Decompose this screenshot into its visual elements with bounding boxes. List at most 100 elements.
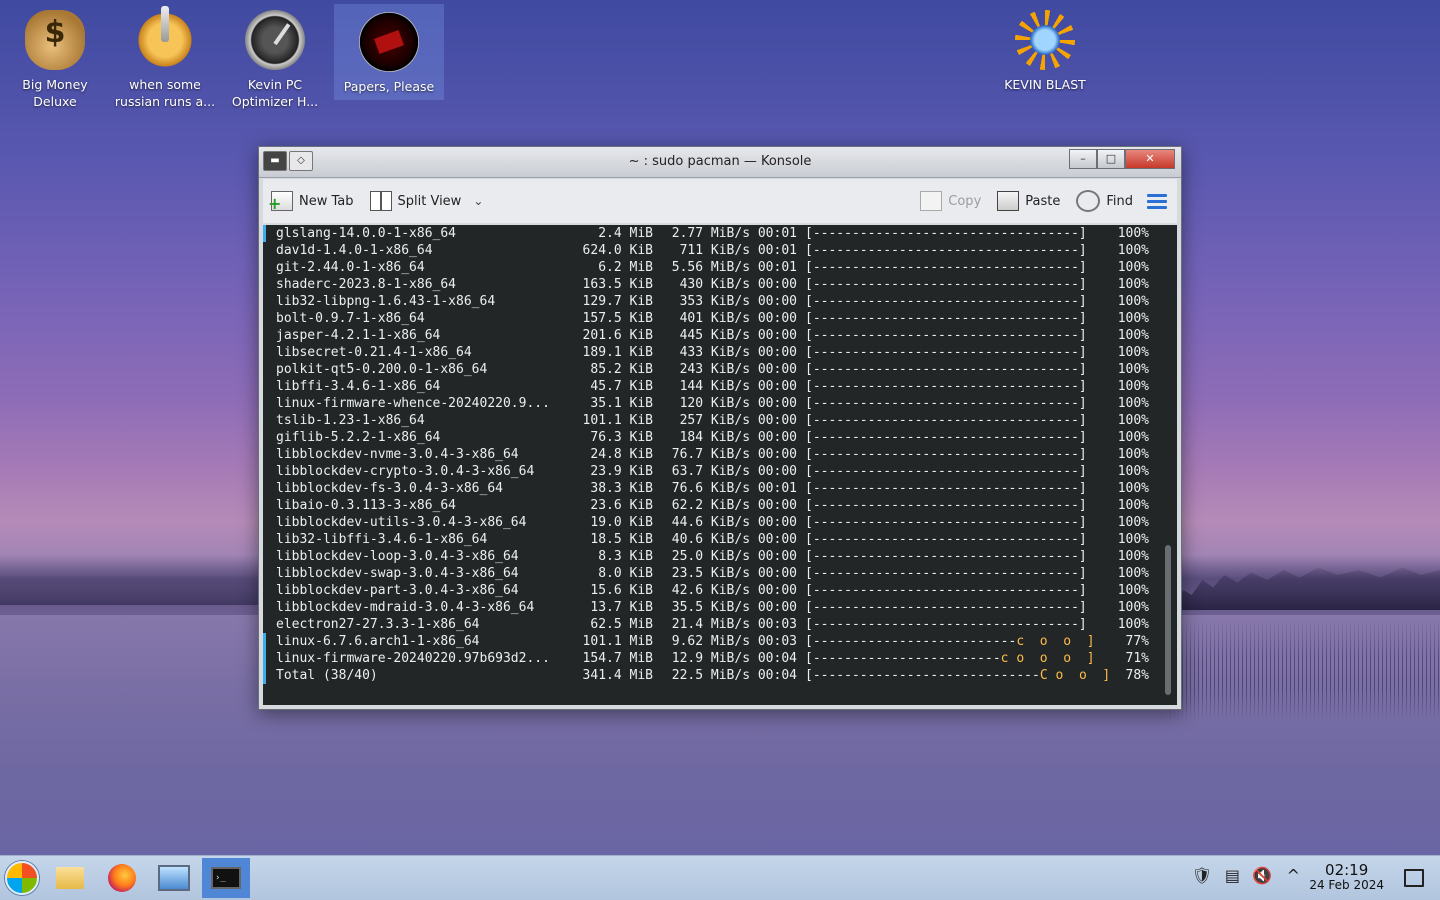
download-speed-time: 76.6 KiB/s 00:01 <box>671 481 797 496</box>
progress-percent: 100% <box>1117 600 1149 615</box>
download-size: 38.3 KiB <box>590 481 653 496</box>
taskbar-konsole[interactable]: ›_ <box>202 858 250 898</box>
desktop-icon-big-money-deluxe[interactable]: $ Big Money Deluxe <box>0 2 110 112</box>
progress-bar-fill: [----------------------------------] <box>805 464 1087 479</box>
money-bag-icon: $ <box>25 10 85 70</box>
close-button[interactable]: ✕ <box>1125 149 1175 169</box>
desktop-icon-when-some-russian[interactable]: when some russian runs a... <box>110 2 220 112</box>
progress-bar: [----------------------------------] <box>805 497 1087 514</box>
new-tab-button[interactable]: New Tab <box>263 186 362 216</box>
tray-volume-muted-icon[interactable]: 🔇 <box>1252 866 1272 885</box>
progress-bar-fill: [----------------------------------] <box>805 396 1087 411</box>
pacman-progress-glyphs: c o o o ] <box>1000 651 1095 666</box>
progress-bar: [----------------------------------] <box>805 446 1087 463</box>
progress-percent: 100% <box>1117 532 1149 547</box>
terminal-line: lib32-libpng-1.6.43-1-x86_64 129.7 KiB 353… <box>263 293 1177 310</box>
progress-percent: 71% <box>1125 651 1149 666</box>
desktop-icon-kevin-pc-optimizer[interactable]: Kevin PC Optimizer H... <box>220 2 330 112</box>
paste-button[interactable]: Paste <box>989 186 1068 216</box>
download-speed-time: 433 KiB/s 00:00 <box>679 345 797 360</box>
progress-percent: 100% <box>1117 379 1149 394</box>
terminal-line: lib32-libffi-3.4.6-1-x86_64 18.5 KiB 40.6 … <box>263 531 1177 548</box>
chevron-down-icon[interactable]: ⌄ <box>467 194 483 208</box>
progress-percent: 100% <box>1117 583 1149 598</box>
gear-icon <box>135 6 195 70</box>
clock-date: 24 Feb 2024 <box>1309 878 1384 892</box>
split-view-button[interactable]: Split View ⌄ <box>362 186 492 216</box>
papers-please-icon <box>359 12 419 72</box>
desktop-icon-papers-please[interactable]: Papers, Please <box>334 4 444 100</box>
download-speed-time: 22.5 MiB/s 00:04 <box>671 668 797 683</box>
desktop-icon-kevin-blast[interactable]: KEVIN BLAST <box>990 2 1100 98</box>
taskbar-system-settings[interactable] <box>152 858 196 898</box>
download-speed-time: 5.56 MiB/s 00:01 <box>671 260 797 275</box>
download-speed-time: 76.7 KiB/s 00:00 <box>671 447 797 462</box>
download-speed-time: 21.4 MiB/s 00:03 <box>671 617 797 632</box>
progress-bar: [----------------------------------] <box>805 259 1087 276</box>
download-speed-time: 184 KiB/s 00:00 <box>679 430 797 445</box>
progress-percent: 100% <box>1117 362 1149 377</box>
progress-bar-fill: [----------------------------------] <box>805 515 1087 530</box>
package-name: bolt-0.9.7-1-x86_64 <box>276 311 425 326</box>
download-size: 8.0 KiB <box>598 566 653 581</box>
progress-bar: [----------------------------------] <box>805 378 1087 395</box>
maximize-button[interactable]: □ <box>1097 149 1125 169</box>
tray-network-icon[interactable]: 🛡 <box>1192 866 1212 885</box>
desktop-icon-label-line1: Papers, Please <box>343 79 435 94</box>
progress-bar-fill: [----------------------------------] <box>805 600 1087 615</box>
progress-percent: 77% <box>1125 634 1149 649</box>
copy-label: Copy <box>948 193 982 209</box>
download-size: 24.8 KiB <box>590 447 653 462</box>
package-name: Total (38/40) <box>276 668 378 683</box>
progress-percent: 100% <box>1117 328 1149 343</box>
konsole-window[interactable]: ▬ ◇ ~ : sudo pacman — Konsole – □ ✕ New … <box>258 146 1182 710</box>
package-name: libblockdev-loop-3.0.4-3-x86_64 <box>276 549 519 564</box>
download-speed-time: 257 KiB/s 00:00 <box>679 413 797 428</box>
download-size: 18.5 KiB <box>590 532 653 547</box>
wallpaper-reeds <box>1170 620 1440 720</box>
start-menu-button[interactable] <box>0 858 44 898</box>
download-speed-time: 23.5 KiB/s 00:00 <box>671 566 797 581</box>
progress-percent: 100% <box>1117 260 1149 275</box>
new-tab-label: New Tab <box>299 193 354 209</box>
taskbar-file-manager[interactable] <box>48 858 92 898</box>
progress-bar: [------------------------c o o o ] <box>805 650 1095 667</box>
copy-button[interactable]: Copy <box>912 186 989 216</box>
package-name: lib32-libpng-1.6.43-1-x86_64 <box>276 294 496 309</box>
progress-bar-fill: [----------------------------------] <box>805 566 1087 581</box>
hamburger-menu-icon[interactable] <box>1147 191 1167 212</box>
progress-bar: [----------------------------------] <box>805 412 1087 429</box>
download-speed-time: 430 KiB/s 00:00 <box>679 277 797 292</box>
package-name: tslib-1.23-1-x86_64 <box>276 413 425 428</box>
terminal-line: linux-firmware-20240220.97b693d2... 154.7… <box>263 650 1177 667</box>
desktop-icon-label-line2: Deluxe <box>33 94 77 109</box>
progress-bar-fill: [----------------------------------] <box>805 362 1087 377</box>
package-name: git-2.44.0-1-x86_64 <box>276 260 425 275</box>
download-speed-time: 63.7 KiB/s 00:00 <box>671 464 797 479</box>
minimize-button[interactable]: – <box>1069 149 1097 169</box>
download-speed-time: 62.2 KiB/s 00:00 <box>671 498 797 513</box>
terminal-line: libblockdev-fs-3.0.4-3-x86_64 38.3 KiB 76.… <box>263 480 1177 497</box>
package-name: shaderc-2023.8-1-x86_64 <box>276 277 457 292</box>
download-speed-time: 9.62 MiB/s 00:03 <box>671 634 797 649</box>
download-speed-time: 42.6 KiB/s 00:00 <box>671 583 797 598</box>
clock[interactable]: 02:19 24 Feb 2024 <box>1309 862 1384 892</box>
wallpaper-treeline-left <box>0 575 260 605</box>
desktop-icon-label-line2: russian runs a... <box>114 94 216 109</box>
find-button[interactable]: Find <box>1068 186 1141 216</box>
tray-expand-chevron-up-icon[interactable]: ^ <box>1287 866 1300 885</box>
paste-icon <box>997 191 1020 211</box>
tray-clipboard-icon[interactable]: ▤ <box>1225 866 1240 885</box>
window-titlebar[interactable]: ▬ ◇ ~ : sudo pacman — Konsole – □ ✕ <box>259 147 1181 178</box>
show-desktop-icon[interactable] <box>1404 869 1424 887</box>
package-name: dav1d-1.4.0-1-x86_64 <box>276 243 433 258</box>
progress-percent: 100% <box>1117 311 1149 326</box>
progress-bar: [----------------------------------] <box>805 276 1087 293</box>
taskbar-firefox[interactable] <box>100 858 144 898</box>
download-size: 201.6 KiB <box>582 328 653 343</box>
progress-bar: [----------------------------------] <box>805 480 1087 497</box>
progress-bar: [----------------------------------] <box>805 599 1087 616</box>
terminal-output[interactable]: glslang-14.0.0-1-x86_64 2.4 MiB 2.77 MiB/s… <box>263 225 1177 705</box>
progress-bar: [--------------------------c o o ] <box>805 633 1095 650</box>
terminal-scrollbar[interactable] <box>1165 545 1171 695</box>
